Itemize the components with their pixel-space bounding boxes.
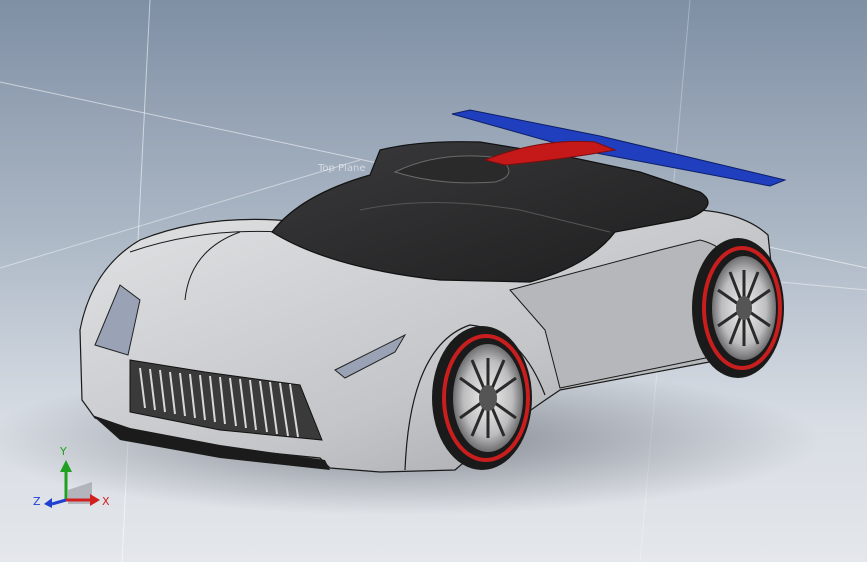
x-axis-head	[90, 494, 100, 506]
rear-wheel[interactable]	[692, 238, 784, 378]
car-model[interactable]	[0, 0, 867, 562]
z-axis-label: Z	[33, 495, 41, 508]
y-axis-head	[60, 460, 72, 472]
x-axis-label: X	[102, 495, 110, 508]
coordinate-triad: Y X Z	[33, 445, 110, 508]
z-axis-head	[44, 498, 52, 508]
graphics-viewport[interactable]: Top Plane Y X Z	[0, 0, 867, 562]
y-axis-label: Y	[59, 445, 67, 458]
z-axis-arrow	[51, 498, 67, 506]
